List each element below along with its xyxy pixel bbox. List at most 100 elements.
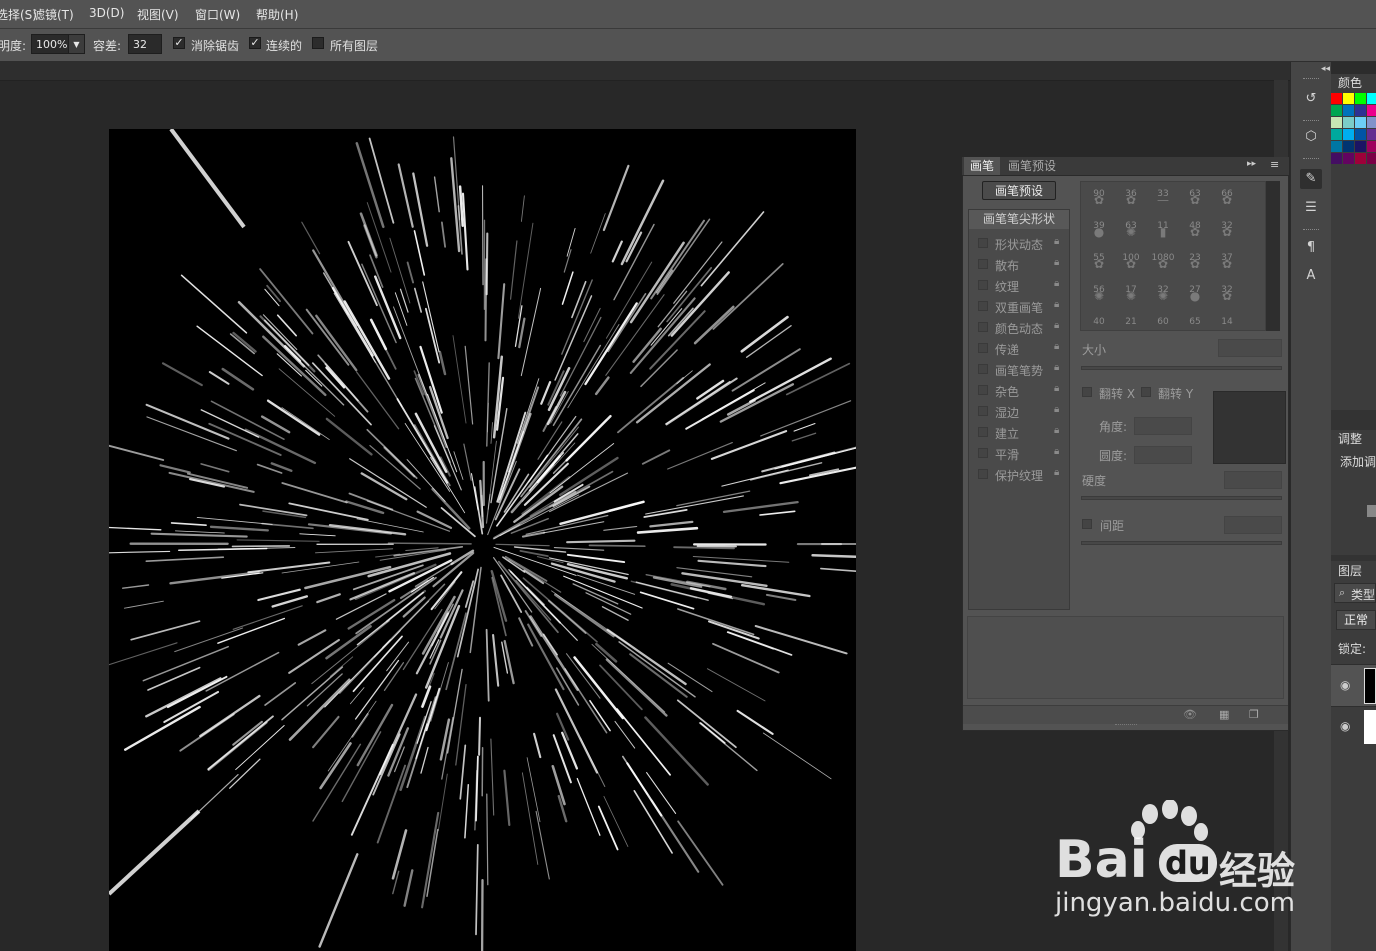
roundness-input[interactable] <box>1134 446 1192 464</box>
visibility-eye-icon[interactable]: ◉ <box>1340 678 1350 692</box>
brush-option-item[interactable]: 湿边 🔒︎ <box>969 401 1069 421</box>
color-swatch[interactable] <box>1355 93 1366 104</box>
lock-icon[interactable]: 🔒︎ <box>1054 362 1064 374</box>
lock-icon[interactable]: 🔒︎ <box>1054 320 1064 332</box>
menu-select[interactable]: 选择(S) <box>0 6 37 23</box>
color-swatch[interactable] <box>1355 105 1366 116</box>
history-icon[interactable]: ↺ <box>1300 89 1322 109</box>
lock-icon[interactable]: 🔒︎ <box>1054 299 1064 311</box>
brush-tip-thumbnail-icon[interactable]: ✺ <box>1156 290 1170 302</box>
spacing-checkbox[interactable] <box>1082 519 1092 529</box>
brush-tip-thumbnail-icon[interactable]: ✺ <box>1124 226 1138 238</box>
brush-option-checkbox[interactable] <box>978 343 988 353</box>
color-swatch[interactable] <box>1355 129 1366 140</box>
brush-tip-thumbnail-icon[interactable]: ✿ <box>1220 290 1234 302</box>
brush-tip-thumbnail-icon[interactable]: ✺ <box>1092 290 1106 302</box>
color-swatch[interactable] <box>1331 117 1342 128</box>
layer-row[interactable]: ◉ <box>1331 706 1376 749</box>
brush-option-checkbox[interactable] <box>978 301 988 311</box>
character-icon[interactable]: A <box>1300 266 1322 286</box>
brush-presets-icon[interactable]: ☰ <box>1300 198 1322 218</box>
lock-icon[interactable]: 🔒︎ <box>1054 467 1064 479</box>
paragraph-icon[interactable]: ¶ <box>1300 238 1322 258</box>
brush-tip-thumbnail-icon[interactable]: ✿ <box>1156 258 1170 270</box>
brush-option-checkbox[interactable] <box>978 406 988 416</box>
color-swatch[interactable] <box>1343 117 1354 128</box>
brush-option-item[interactable]: 画笔笔势 🔒︎ <box>969 359 1069 379</box>
size-input[interactable] <box>1218 339 1282 357</box>
brush-option-item[interactable]: 保护纹理 🔒︎ <box>969 464 1069 484</box>
brush-tip-thumbnail-icon[interactable]: ● <box>1092 226 1106 238</box>
color-swatch[interactable] <box>1331 105 1342 116</box>
brush-tip-thumbnail-icon[interactable]: ● <box>1188 290 1202 302</box>
lock-icon[interactable]: 🔒︎ <box>1054 425 1064 437</box>
document-canvas[interactable] <box>109 129 856 951</box>
menu-view[interactable]: 视图(V) <box>137 6 179 23</box>
brush-tip-thumbnail-icon[interactable]: ✿ <box>1188 258 1202 270</box>
brush-tip-size[interactable]: 65 <box>1181 317 1209 327</box>
brush-tip-shape-item[interactable]: 画笔笔尖形状 <box>969 210 1069 229</box>
brush-option-item[interactable]: 杂色 🔒︎ <box>969 380 1069 400</box>
all-layers-checkbox[interactable] <box>312 37 324 49</box>
brush-option-item[interactable]: 形状动态 🔒︎ <box>969 233 1069 253</box>
visibility-eye-icon[interactable]: ◉ <box>1340 719 1350 733</box>
lock-icon[interactable]: 🔒︎ <box>1054 278 1064 290</box>
lock-icon[interactable]: 🔒︎ <box>1054 341 1064 353</box>
lock-icon[interactable]: 🔒︎ <box>1054 257 1064 269</box>
tab-adjustments[interactable]: 调整 <box>1331 430 1376 448</box>
tab-brush[interactable]: 画笔 <box>964 157 1001 175</box>
brush-option-item[interactable]: 双重画笔 🔒︎ <box>969 296 1069 316</box>
color-swatch[interactable] <box>1331 141 1342 152</box>
brush-option-item[interactable]: 传递 🔒︎ <box>969 338 1069 358</box>
spacing-slider[interactable] <box>1081 541 1282 545</box>
tab-layers[interactable]: 图层 <box>1331 562 1376 580</box>
lock-icon[interactable]: 🔒︎ <box>1054 404 1064 416</box>
antialias-checkbox[interactable]: ✓ <box>173 37 185 49</box>
color-swatch[interactable] <box>1331 153 1342 164</box>
brush-tip-thumbnail-icon[interactable]: ✺ <box>1124 290 1138 302</box>
color-swatch[interactable] <box>1331 93 1342 104</box>
brush-option-item[interactable]: 平滑 🔒︎ <box>969 443 1069 463</box>
grid-icon[interactable]: ▦ <box>1219 708 1229 721</box>
brush-panel-icon[interactable]: ✎ <box>1300 169 1322 189</box>
hardness-input[interactable] <box>1224 471 1282 489</box>
color-swatch[interactable] <box>1343 129 1354 140</box>
tab-brush-presets[interactable]: 画笔预设 <box>1002 157 1062 175</box>
brush-option-checkbox[interactable] <box>978 427 988 437</box>
color-swatch[interactable] <box>1355 141 1366 152</box>
angle-roundness-preview[interactable] <box>1213 391 1286 464</box>
tip-grid-scrollbar[interactable] <box>1266 181 1280 331</box>
brush-tip-thumbnail-icon[interactable]: ▮ <box>1156 226 1170 238</box>
opacity-input[interactable]: 100% <box>31 34 69 54</box>
brush-tip-grid[interactable]: 90 36 33 63 66 ✿ 39 ✿ 63—11 ✿ 48 ✿ 32 ● 55 ✺ 100 ▮ 1080 ✿ 23… <box>1080 181 1266 331</box>
color-swatch[interactable] <box>1367 93 1376 104</box>
color-swatch[interactable] <box>1343 141 1354 152</box>
brush-option-checkbox[interactable] <box>978 385 988 395</box>
color-swatches[interactable] <box>1331 93 1376 179</box>
color-swatch[interactable] <box>1355 153 1366 164</box>
brush-option-checkbox[interactable] <box>978 448 988 458</box>
brush-option-checkbox[interactable] <box>978 322 988 332</box>
brush-tip-thumbnail-icon[interactable]: ✿ <box>1220 194 1234 206</box>
menu-filter[interactable]: 滤镜(T) <box>33 6 74 23</box>
angle-input[interactable] <box>1134 417 1192 435</box>
brush-option-checkbox[interactable] <box>978 259 988 269</box>
brush-option-checkbox[interactable] <box>978 280 988 290</box>
brush-tip-thumbnail-icon[interactable]: ✿ <box>1220 258 1234 270</box>
layer-filter[interactable]: ⌕ 类型 <box>1334 583 1376 603</box>
color-swatch[interactable] <box>1367 105 1376 116</box>
tab-color[interactable]: 颜色 <box>1331 74 1376 92</box>
brush-tip-thumbnail-icon[interactable]: — <box>1156 194 1170 206</box>
brush-tip-size[interactable]: 40 <box>1085 317 1113 327</box>
color-swatch[interactable] <box>1367 129 1376 140</box>
brush-option-checkbox[interactable] <box>978 469 988 479</box>
brush-option-checkbox[interactable] <box>978 364 988 374</box>
brush-presets-button[interactable]: 画笔预设 <box>982 181 1056 200</box>
brush-tip-size[interactable]: 21 <box>1117 317 1145 327</box>
menu-window[interactable]: 窗口(W) <box>195 6 240 23</box>
adjustment-icon[interactable] <box>1367 505 1376 517</box>
contiguous-checkbox[interactable]: ✓ <box>249 37 261 49</box>
resize-grip-icon[interactable] <box>1115 724 1137 729</box>
brush-tip-thumbnail-icon[interactable]: ✿ <box>1092 258 1106 270</box>
spacing-input[interactable] <box>1224 516 1282 534</box>
